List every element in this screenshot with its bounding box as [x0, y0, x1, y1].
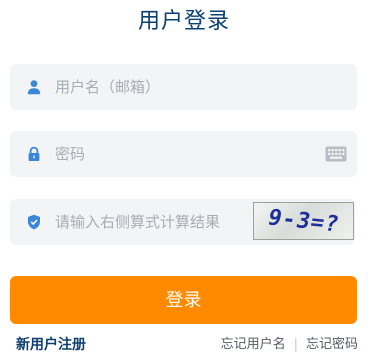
password-placeholder: 密码	[55, 145, 86, 163]
link-separator: |	[293, 337, 298, 352]
captcha-placeholder: 请输入右侧算式计算结果	[55, 213, 221, 231]
keyboard-icon[interactable]	[325, 146, 347, 162]
forgot-password-link[interactable]: 忘记密码	[306, 336, 358, 354]
user-icon	[27, 80, 41, 95]
page-title: 用户登录	[137, 9, 230, 34]
register-link[interactable]: 新用户注册	[16, 335, 86, 355]
username-placeholder: 用户名（邮箱）	[55, 78, 161, 96]
forgot-links: 忘记用户名 | 忘记密码	[221, 336, 358, 354]
username-field[interactable]: 用户名（邮箱）	[10, 64, 357, 110]
captcha-image[interactable]: 9-3=?	[253, 202, 354, 240]
password-field[interactable]: 密码	[10, 131, 357, 177]
lock-icon	[28, 146, 40, 161]
login-button[interactable]: 登录	[10, 276, 357, 324]
shield-icon	[28, 214, 40, 230]
captcha-text: 9-3=?	[265, 205, 342, 237]
forgot-username-link[interactable]: 忘记用户名	[221, 336, 286, 354]
